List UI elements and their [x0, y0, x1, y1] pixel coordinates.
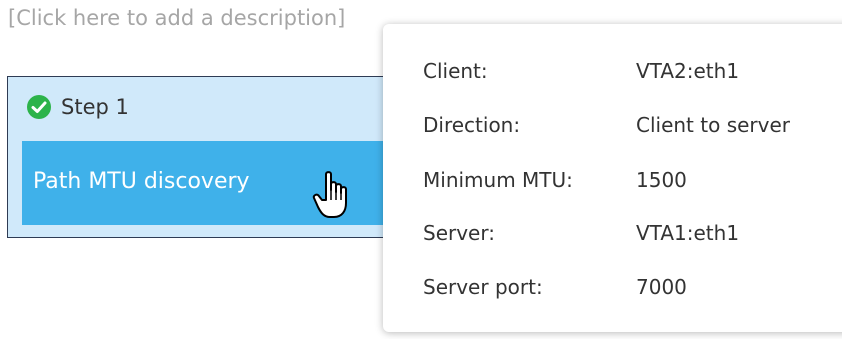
tooltip-value: VTA2:eth1 [636, 59, 740, 83]
action-label: Path MTU discovery [33, 169, 250, 194]
test-step-canvas: [Click here to add a description] Step 1… [0, 0, 842, 339]
tooltip-key: Direction: [423, 113, 521, 137]
tooltip-key: Client: [423, 59, 488, 83]
hand-pointer-icon [312, 170, 354, 222]
tooltip-value: Client to server [636, 113, 791, 137]
step-title: Step 1 [61, 95, 129, 119]
check-circle-icon [25, 93, 53, 121]
tooltip-key: Server port: [423, 275, 543, 299]
description-placeholder[interactable]: [Click here to add a description] [8, 6, 345, 30]
tooltip-value: VTA1:eth1 [636, 221, 740, 245]
tooltip-key: Server: [423, 221, 495, 245]
step-details-tooltip: Client: VTA2:eth1 Direction: Client to s… [383, 24, 842, 332]
action-path-mtu-discovery[interactable]: Path MTU discovery [22, 141, 426, 225]
tooltip-value: 7000 [636, 275, 687, 299]
tooltip-value: 1500 [636, 168, 687, 192]
step-card[interactable]: Step 1 Path MTU discovery [7, 76, 427, 238]
step-header: Step 1 [25, 92, 129, 122]
tooltip-key: Minimum MTU: [423, 168, 573, 192]
